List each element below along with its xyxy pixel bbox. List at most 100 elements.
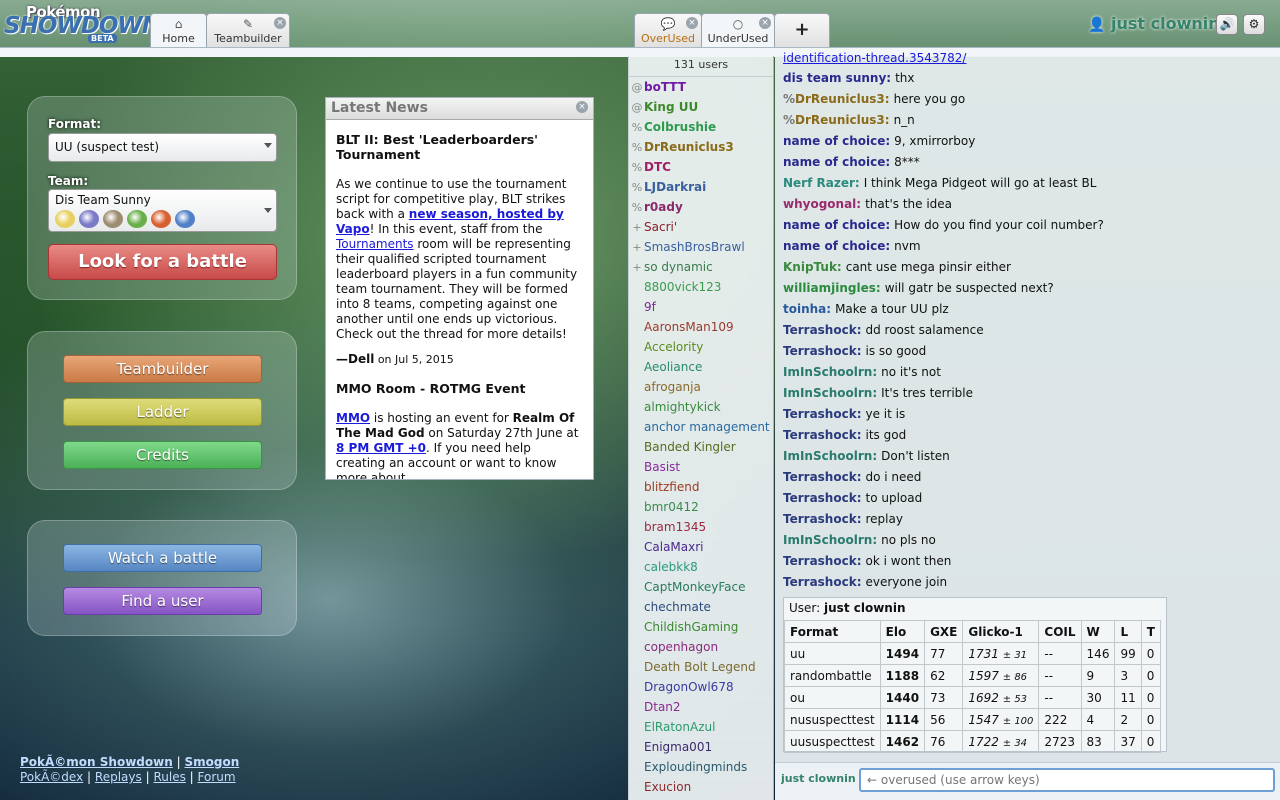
chat-message: name of choice: 8***: [783, 155, 920, 169]
chat-username[interactable]: DrReuniclus3:: [795, 92, 890, 106]
close-icon[interactable]: ×: [274, 17, 286, 29]
time-link[interactable]: 8 PM GMT +0: [336, 441, 426, 455]
user-list-item[interactable]: Banded Kingler: [629, 437, 773, 457]
user-list-item[interactable]: 9f: [629, 297, 773, 317]
user-list-item[interactable]: afroganja: [629, 377, 773, 397]
tab-home[interactable]: ⌂ Home: [150, 13, 207, 49]
look-for-battle-button[interactable]: Look for a battle: [48, 244, 277, 280]
user-list-item[interactable]: Accelority: [629, 337, 773, 357]
chat-username[interactable]: Terrashock:: [783, 491, 862, 505]
pokemon-showdown-logo[interactable]: Pokémon SHOWDOWN! BETA: [4, 3, 170, 45]
credits-button[interactable]: Credits: [63, 441, 262, 469]
user-list-item[interactable]: @ King UU: [629, 97, 773, 117]
user-list-item[interactable]: copenhagon: [629, 637, 773, 657]
chat-text: is so good: [865, 344, 927, 358]
user-name: almightykick: [644, 400, 721, 414]
chat-username[interactable]: Terrashock:: [783, 323, 862, 337]
showdown-link[interactable]: PokÃ©mon Showdown: [20, 755, 173, 769]
user-list-item[interactable]: blitzfiend: [629, 477, 773, 497]
user-list-item[interactable]: % LJDarkrai: [629, 177, 773, 197]
chat-username[interactable]: Terrashock:: [783, 575, 862, 589]
forum-link[interactable]: Forum: [198, 770, 236, 784]
chat-text: It's tres terrible: [881, 386, 973, 400]
tab-overused[interactable]: 💬 OverUsed ×: [634, 13, 702, 48]
sound-button[interactable]: 🔊: [1216, 14, 1238, 35]
user-list-item[interactable]: almightykick: [629, 397, 773, 417]
chat-username[interactable]: williamjingles:: [783, 281, 881, 295]
chat-username[interactable]: Terrashock:: [783, 344, 862, 358]
user-list-item[interactable]: + so dynamic: [629, 257, 773, 277]
chat-username[interactable]: KnipTuk:: [783, 260, 842, 274]
chat-username[interactable]: ImInSchoolrn:: [783, 386, 877, 400]
current-username[interactable]: 👤 just clownin: [1088, 14, 1220, 33]
tab-teambuilder[interactable]: ✎ Teambuilder ×: [206, 13, 290, 48]
tab-new[interactable]: +: [774, 13, 830, 48]
mmo-link[interactable]: MMO: [336, 411, 370, 425]
ladder-button[interactable]: Ladder: [63, 398, 262, 426]
pokedex-link[interactable]: PokÃ©dex: [20, 770, 83, 784]
user-list-item[interactable]: @ boTTT: [629, 77, 773, 97]
chat-username[interactable]: DrReuniclus3:: [795, 113, 890, 127]
user-list-item[interactable]: AaronsMan109: [629, 317, 773, 337]
user-list-item[interactable]: anchor management: [629, 417, 773, 437]
chat-username[interactable]: dis team sunny:: [783, 71, 891, 85]
settings-button[interactable]: ⚙: [1243, 14, 1265, 35]
user-list-item[interactable]: bram1345: [629, 517, 773, 537]
chat-username[interactable]: Terrashock:: [783, 512, 862, 526]
user-list-item[interactable]: Aeoliance: [629, 357, 773, 377]
user-list-item[interactable]: bmr0412: [629, 497, 773, 517]
user-list-item[interactable]: ElRatonAzul: [629, 717, 773, 737]
replays-link[interactable]: Replays: [95, 770, 142, 784]
chat-username[interactable]: whyogonal:: [783, 197, 861, 211]
user-list-item[interactable]: DragonOwl678: [629, 677, 773, 697]
user-list-item[interactable]: Basist: [629, 457, 773, 477]
format-select[interactable]: UU (suspect test): [48, 133, 277, 162]
chat-username[interactable]: ImInSchoolrn:: [783, 533, 877, 547]
user-name: 9f: [644, 300, 656, 314]
find-user-button[interactable]: Find a user: [63, 587, 262, 615]
chat-username[interactable]: name of choice:: [783, 134, 890, 148]
user-list-item[interactable]: + Sacri': [629, 217, 773, 237]
teambuilder-button[interactable]: Teambuilder: [63, 355, 262, 383]
stats-username[interactable]: just clownin: [824, 601, 905, 615]
user-list-item[interactable]: Exploudingminds: [629, 757, 773, 777]
thread-link[interactable]: identification-thread.3543782/: [783, 51, 966, 65]
user-list-item[interactable]: + SmashBrosBrawl: [629, 237, 773, 257]
close-icon[interactable]: ×: [759, 17, 771, 29]
user-list-item[interactable]: calebkk8: [629, 557, 773, 577]
chat-username[interactable]: toinha:: [783, 302, 831, 316]
chat-username[interactable]: Terrashock:: [783, 428, 862, 442]
user-rows: @ boTTT @ King UU% Colbrushie% DrReuniclus3% D…: [629, 77, 773, 797]
chat-input[interactable]: [859, 768, 1275, 792]
user-list-item[interactable]: % DrReuniclus3: [629, 137, 773, 157]
chat-username[interactable]: name of choice:: [783, 239, 890, 253]
chat-username[interactable]: name of choice:: [783, 218, 890, 232]
rules-link[interactable]: Rules: [153, 770, 185, 784]
chat-username[interactable]: ImInSchoolrn:: [783, 449, 877, 463]
chat-username[interactable]: ImInSchoolrn:: [783, 365, 877, 379]
user-list-item[interactable]: CaptMonkeyFace: [629, 577, 773, 597]
user-list-item[interactable]: Enigma001: [629, 737, 773, 757]
chat-username[interactable]: name of choice:: [783, 155, 890, 169]
chat-username[interactable]: Terrashock:: [783, 554, 862, 568]
close-icon[interactable]: ×: [576, 101, 588, 113]
chat-username[interactable]: Nerf Razer:: [783, 176, 860, 190]
tournaments-link[interactable]: Tournaments: [336, 237, 414, 251]
chat-username[interactable]: Terrashock:: [783, 407, 862, 421]
team-select[interactable]: Dis Team Sunny: [48, 189, 277, 232]
user-list-item[interactable]: CalaMaxri: [629, 537, 773, 557]
user-list-item[interactable]: chechmate: [629, 597, 773, 617]
user-list-item[interactable]: 8800vick123: [629, 277, 773, 297]
close-icon[interactable]: ×: [686, 17, 698, 29]
user-list-item[interactable]: ChildishGaming: [629, 617, 773, 637]
user-list-item[interactable]: % Colbrushie: [629, 117, 773, 137]
user-list-item[interactable]: % DTC: [629, 157, 773, 177]
user-list-item[interactable]: Exucion: [629, 777, 773, 797]
user-list-item[interactable]: Death Bolt Legend: [629, 657, 773, 677]
user-list-item[interactable]: Dtan2: [629, 697, 773, 717]
smogon-link[interactable]: Smogon: [184, 755, 239, 769]
tab-underused[interactable]: ○ UnderUsed ×: [701, 13, 775, 49]
chat-username[interactable]: Terrashock:: [783, 470, 862, 484]
watch-battle-button[interactable]: Watch a battle: [63, 544, 262, 572]
user-list-item[interactable]: % r0ady: [629, 197, 773, 217]
